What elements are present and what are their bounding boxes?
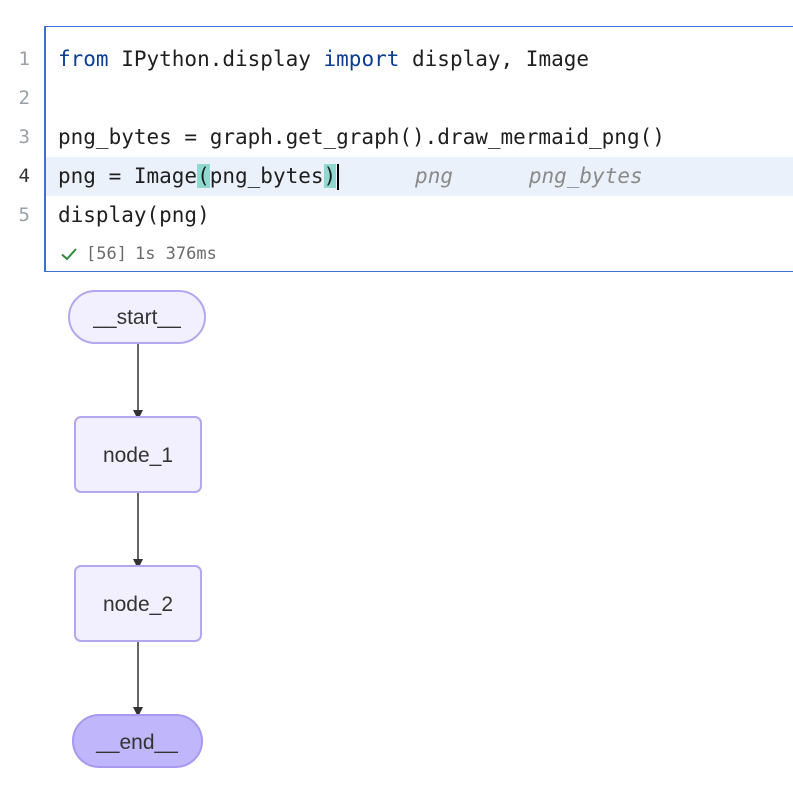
line-number: 1 bbox=[18, 48, 30, 70]
code-text: png = Image bbox=[58, 164, 198, 188]
line-number: 3 bbox=[18, 126, 30, 148]
matching-paren-close: ) bbox=[323, 164, 337, 188]
code-line-4-active[interactable]: png = Image(png_bytes) png png_bytes bbox=[46, 157, 793, 196]
execution-status: [56] 1s 376ms bbox=[60, 241, 217, 267]
matching-paren-open: ( bbox=[197, 164, 210, 188]
inline-value-hint: png_bytes bbox=[528, 164, 643, 188]
node-start-label: __start__ bbox=[92, 306, 181, 329]
line-number: 5 bbox=[18, 204, 30, 226]
node-2-label: node_2 bbox=[103, 593, 173, 616]
module-name: IPython.display bbox=[108, 47, 324, 71]
code-line-5[interactable]: display(png) bbox=[58, 196, 793, 235]
check-icon bbox=[61, 248, 77, 261]
code-arg: png_bytes bbox=[209, 164, 324, 188]
import-names: display, Image bbox=[399, 47, 590, 71]
keyword-from: from bbox=[58, 47, 109, 71]
execution-duration: 1s 376ms bbox=[134, 244, 217, 264]
code-line-2[interactable] bbox=[58, 79, 793, 118]
code-line-1[interactable]: from IPython.display import display, Ima… bbox=[58, 40, 793, 79]
node-1-label: node_1 bbox=[103, 444, 173, 467]
line-number-active: 4 bbox=[18, 165, 30, 187]
inline-value-hint: png bbox=[415, 164, 453, 188]
graph-diagram: __start__ node_1 node_2 __end__ bbox=[0, 272, 360, 781]
line-number: 2 bbox=[18, 87, 30, 109]
keyword-import: import bbox=[323, 47, 400, 71]
code-line-3[interactable]: png_bytes = graph.get_graph().draw_merma… bbox=[58, 118, 793, 157]
node-end-label: __end__ bbox=[95, 731, 178, 754]
graph-svg: __start__ node_1 node_2 __end__ bbox=[68, 290, 206, 768]
execution-count: [56] bbox=[86, 244, 127, 264]
